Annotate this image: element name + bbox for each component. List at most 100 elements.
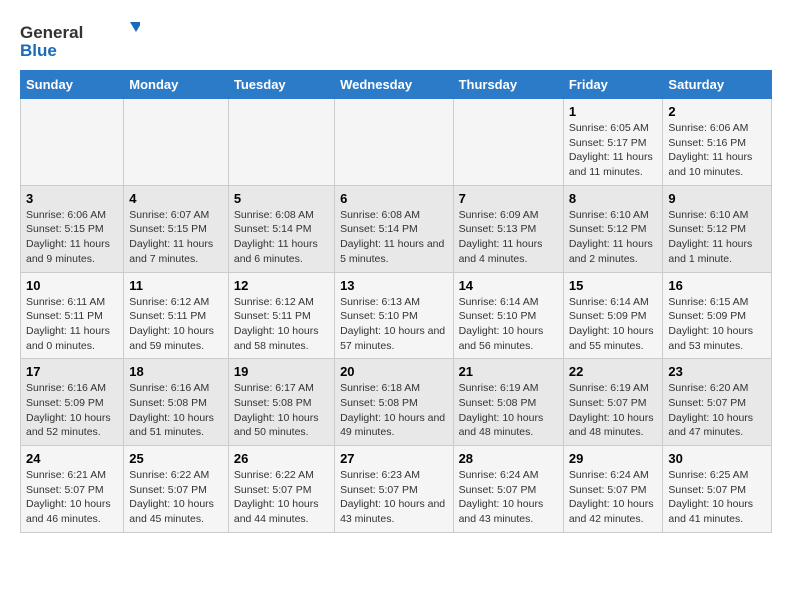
calendar-table: SundayMondayTuesdayWednesdayThursdayFrid…	[20, 70, 772, 533]
calendar-cell: 15 Sunrise: 6:14 AMSunset: 5:09 PMDayligh…	[563, 272, 663, 359]
day-number: 15	[569, 278, 658, 293]
day-info: Sunrise: 6:24 AMSunset: 5:07 PMDaylight:…	[459, 468, 558, 527]
calendar-cell	[21, 99, 124, 186]
day-number: 16	[668, 278, 766, 293]
day-info: Sunrise: 6:14 AMSunset: 5:09 PMDaylight:…	[569, 295, 658, 354]
calendar-cell: 26 Sunrise: 6:22 AMSunset: 5:07 PMDayligh…	[228, 446, 334, 533]
day-number: 19	[234, 364, 329, 379]
day-info: Sunrise: 6:09 AMSunset: 5:13 PMDaylight:…	[459, 208, 558, 267]
week-row-4: 17 Sunrise: 6:16 AMSunset: 5:09 PMDayligh…	[21, 359, 772, 446]
day-info: Sunrise: 6:21 AMSunset: 5:07 PMDaylight:…	[26, 468, 118, 527]
header-day-thursday: Thursday	[453, 71, 563, 99]
day-number: 2	[668, 104, 766, 119]
day-number: 6	[340, 191, 447, 206]
calendar-cell: 18 Sunrise: 6:16 AMSunset: 5:08 PMDayligh…	[124, 359, 229, 446]
week-row-5: 24 Sunrise: 6:21 AMSunset: 5:07 PMDayligh…	[21, 446, 772, 533]
day-info: Sunrise: 6:18 AMSunset: 5:08 PMDaylight:…	[340, 381, 447, 440]
day-info: Sunrise: 6:06 AMSunset: 5:15 PMDaylight:…	[26, 208, 118, 267]
header-day-friday: Friday	[563, 71, 663, 99]
day-info: Sunrise: 6:24 AMSunset: 5:07 PMDaylight:…	[569, 468, 658, 527]
week-row-3: 10 Sunrise: 6:11 AMSunset: 5:11 PMDayligh…	[21, 272, 772, 359]
header-day-monday: Monday	[124, 71, 229, 99]
day-number: 28	[459, 451, 558, 466]
day-info: Sunrise: 6:14 AMSunset: 5:10 PMDaylight:…	[459, 295, 558, 354]
day-number: 18	[129, 364, 223, 379]
calendar-cell: 10 Sunrise: 6:11 AMSunset: 5:11 PMDayligh…	[21, 272, 124, 359]
day-info: Sunrise: 6:16 AMSunset: 5:08 PMDaylight:…	[129, 381, 223, 440]
calendar-cell: 12Sunrise: 6:12 AMSunset: 5:11 PMDayligh…	[228, 272, 334, 359]
day-info: Sunrise: 6:13 AMSunset: 5:10 PMDaylight:…	[340, 295, 447, 354]
day-number: 10	[26, 278, 118, 293]
calendar-cell: 1 Sunrise: 6:05 AMSunset: 5:17 PMDaylight…	[563, 99, 663, 186]
day-number: 30	[668, 451, 766, 466]
calendar-cell: 9 Sunrise: 6:10 AMSunset: 5:12 PMDaylight…	[663, 185, 772, 272]
day-info: Sunrise: 6:06 AMSunset: 5:16 PMDaylight:…	[668, 121, 766, 180]
day-info: Sunrise: 6:08 AMSunset: 5:14 PMDaylight:…	[340, 208, 447, 267]
calendar-cell	[124, 99, 229, 186]
day-number: 3	[26, 191, 118, 206]
header: General Blue	[20, 20, 772, 60]
calendar-cell: 24 Sunrise: 6:21 AMSunset: 5:07 PMDayligh…	[21, 446, 124, 533]
calendar-cell: 22 Sunrise: 6:19 AMSunset: 5:07 PMDayligh…	[563, 359, 663, 446]
calendar-cell: 28 Sunrise: 6:24 AMSunset: 5:07 PMDayligh…	[453, 446, 563, 533]
day-number: 7	[459, 191, 558, 206]
day-info: Sunrise: 6:08 AMSunset: 5:14 PMDaylight:…	[234, 208, 329, 267]
day-number: 5	[234, 191, 329, 206]
calendar-cell	[335, 99, 453, 186]
calendar-cell: 20 Sunrise: 6:18 AMSunset: 5:08 PMDayligh…	[335, 359, 453, 446]
day-info: Sunrise: 6:25 AMSunset: 5:07 PMDaylight:…	[668, 468, 766, 527]
day-number: 24	[26, 451, 118, 466]
calendar-cell: 7 Sunrise: 6:09 AMSunset: 5:13 PMDaylight…	[453, 185, 563, 272]
calendar-cell: 13 Sunrise: 6:13 AMSunset: 5:10 PMDayligh…	[335, 272, 453, 359]
week-row-2: 3 Sunrise: 6:06 AMSunset: 5:15 PMDaylight…	[21, 185, 772, 272]
day-number: 13	[340, 278, 447, 293]
day-number: 1	[569, 104, 658, 119]
header-day-tuesday: Tuesday	[228, 71, 334, 99]
calendar-cell: 5 Sunrise: 6:08 AMSunset: 5:14 PMDaylight…	[228, 185, 334, 272]
calendar-cell: 16 Sunrise: 6:15 AMSunset: 5:09 PMDayligh…	[663, 272, 772, 359]
calendar-cell: 2 Sunrise: 6:06 AMSunset: 5:16 PMDaylight…	[663, 99, 772, 186]
day-info: Sunrise: 6:22 AMSunset: 5:07 PMDaylight:…	[129, 468, 223, 527]
day-number: 17	[26, 364, 118, 379]
day-number: 29	[569, 451, 658, 466]
calendar-cell: 23 Sunrise: 6:20 AMSunset: 5:07 PMDayligh…	[663, 359, 772, 446]
day-number: 26	[234, 451, 329, 466]
calendar-cell: 27 Sunrise: 6:23 AMSunset: 5:07 PMDayligh…	[335, 446, 453, 533]
day-info: Sunrise: 6:17 AMSunset: 5:08 PMDaylight:…	[234, 381, 329, 440]
calendar-cell: 8 Sunrise: 6:10 AMSunset: 5:12 PMDaylight…	[563, 185, 663, 272]
day-info: Sunrise: 6:15 AMSunset: 5:09 PMDaylight:…	[668, 295, 766, 354]
day-info: Sunrise: 6:16 AMSunset: 5:09 PMDaylight:…	[26, 381, 118, 440]
day-info: Sunrise: 6:20 AMSunset: 5:07 PMDaylight:…	[668, 381, 766, 440]
logo: General Blue	[20, 20, 140, 60]
day-info: Sunrise: 6:07 AMSunset: 5:15 PMDaylight:…	[129, 208, 223, 267]
day-info: Sunrise: 6:10 AMSunset: 5:12 PMDaylight:…	[569, 208, 658, 267]
header-day-wednesday: Wednesday	[335, 71, 453, 99]
day-number: 27	[340, 451, 447, 466]
header-day-saturday: Saturday	[663, 71, 772, 99]
day-info: Sunrise: 6:19 AMSunset: 5:07 PMDaylight:…	[569, 381, 658, 440]
calendar-cell: 4Sunrise: 6:07 AMSunset: 5:15 PMDaylight…	[124, 185, 229, 272]
calendar-cell: 29 Sunrise: 6:24 AMSunset: 5:07 PMDayligh…	[563, 446, 663, 533]
day-number: 25	[129, 451, 223, 466]
day-number: 9	[668, 191, 766, 206]
day-info: Sunrise: 6:22 AMSunset: 5:07 PMDaylight:…	[234, 468, 329, 527]
calendar-cell	[228, 99, 334, 186]
day-info: Sunrise: 6:23 AMSunset: 5:07 PMDaylight:…	[340, 468, 447, 527]
week-row-1: 1 Sunrise: 6:05 AMSunset: 5:17 PMDaylight…	[21, 99, 772, 186]
svg-text:Blue: Blue	[20, 41, 57, 60]
header-day-sunday: Sunday	[21, 71, 124, 99]
day-info: Sunrise: 6:19 AMSunset: 5:08 PMDaylight:…	[459, 381, 558, 440]
day-number: 8	[569, 191, 658, 206]
day-number: 12	[234, 278, 329, 293]
day-info: Sunrise: 6:12 AMSunset: 5:11 PMDaylight:…	[129, 295, 223, 354]
day-info: Sunrise: 6:10 AMSunset: 5:12 PMDaylight:…	[668, 208, 766, 267]
calendar-cell	[453, 99, 563, 186]
calendar-cell: 11Sunrise: 6:12 AMSunset: 5:11 PMDayligh…	[124, 272, 229, 359]
day-info: Sunrise: 6:11 AMSunset: 5:11 PMDaylight:…	[26, 295, 118, 354]
day-info: Sunrise: 6:05 AMSunset: 5:17 PMDaylight:…	[569, 121, 658, 180]
day-number: 22	[569, 364, 658, 379]
day-number: 23	[668, 364, 766, 379]
header-row: SundayMondayTuesdayWednesdayThursdayFrid…	[21, 71, 772, 99]
day-number: 14	[459, 278, 558, 293]
day-number: 20	[340, 364, 447, 379]
